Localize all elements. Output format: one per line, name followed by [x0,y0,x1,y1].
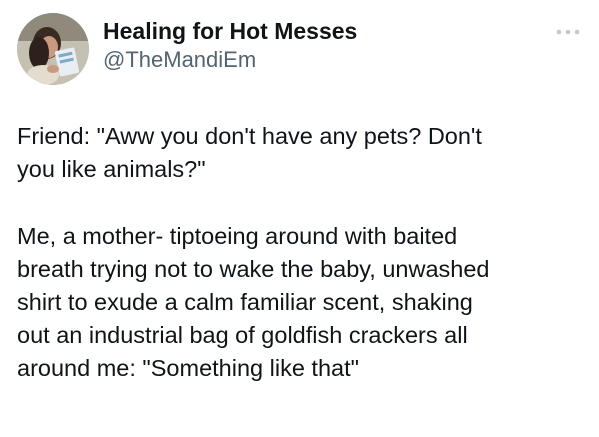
ellipsis-icon [556,29,580,35]
more-options-button[interactable] [550,20,586,44]
author-avatar[interactable] [17,13,89,85]
profile-photo-icon [17,13,89,85]
tweet-text: Friend: "Aww you don't have any pets? Do… [17,123,490,382]
author-handle[interactable]: @TheMandiEm [103,46,357,74]
tweet-card: Healing for Hot Messes @TheMandiEm Frien… [0,0,599,437]
tweet-header: Healing for Hot Messes @TheMandiEm [103,17,357,74]
author-display-name[interactable]: Healing for Hot Messes [103,17,357,45]
